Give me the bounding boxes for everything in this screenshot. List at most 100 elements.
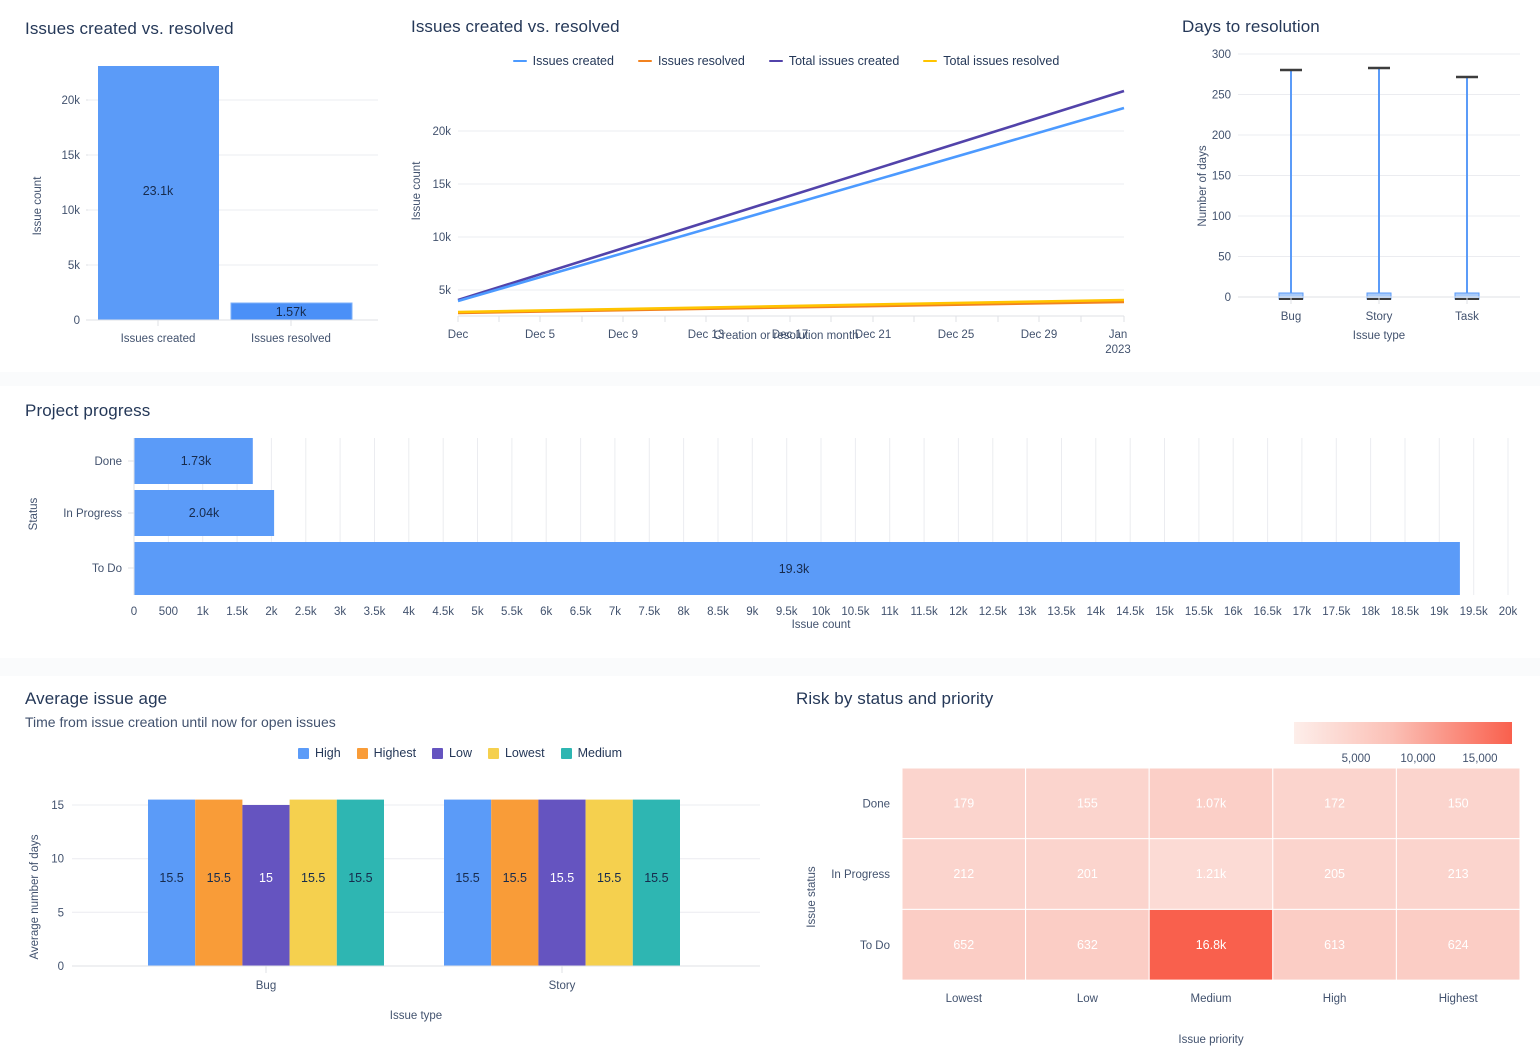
- legend-label: High: [314, 746, 341, 760]
- x-axis-title: Issue type: [1352, 330, 1406, 342]
- svg-text:5: 5: [58, 907, 64, 919]
- svg-text:5k: 5k: [439, 285, 451, 297]
- svg-text:155: 155: [1077, 797, 1098, 811]
- svg-text:4.5k: 4.5k: [432, 606, 454, 618]
- svg-text:213: 213: [1448, 867, 1469, 881]
- legend-swatch-high: [297, 747, 309, 759]
- svg-text:100: 100: [1212, 211, 1231, 223]
- dashboard-page: Issues created vs. resolved Issue count …: [0, 0, 1540, 1054]
- legend-label: Highest: [373, 746, 417, 760]
- svg-text:15.5: 15.5: [159, 871, 183, 885]
- svg-text:Done: Done: [95, 456, 123, 468]
- boxplot-task: [1454, 75, 1480, 300]
- svg-text:250: 250: [1212, 90, 1231, 102]
- svg-text:In Progress: In Progress: [63, 508, 122, 520]
- svg-text:8k: 8k: [678, 606, 690, 618]
- svg-text:1.07k: 1.07k: [1196, 797, 1227, 811]
- svg-text:15.5k: 15.5k: [1185, 606, 1213, 618]
- legend-item-medium[interactable]: Medium: [560, 746, 623, 760]
- svg-text:4k: 4k: [403, 606, 415, 618]
- legend-item-issues-resolved[interactable]: Issues resolved: [637, 54, 745, 68]
- svg-text:205: 205: [1324, 867, 1345, 881]
- panel-title: Project progress: [25, 401, 151, 420]
- panel-issues-created-vs-resolved-bar: Issues created vs. resolved Issue count …: [0, 0, 396, 372]
- project-progress-svg: 1.73k 2.04k 19.3k Done In Progress To Do…: [63, 438, 1518, 618]
- svg-text:150: 150: [1448, 797, 1469, 811]
- svg-text:13k: 13k: [1018, 606, 1037, 618]
- svg-text:5k: 5k: [471, 606, 483, 618]
- svg-text:172: 172: [1324, 797, 1345, 811]
- svg-text:1k: 1k: [197, 606, 209, 618]
- legend-item-lowest[interactable]: Lowest: [487, 746, 545, 760]
- svg-text:2023: 2023: [1105, 344, 1131, 356]
- svg-text:Bug: Bug: [1281, 311, 1301, 323]
- boxplot-story: [1366, 66, 1392, 300]
- legend-swatch-medium: [560, 747, 572, 759]
- svg-text:7.5k: 7.5k: [638, 606, 660, 618]
- heatmap-row-to-do: 652 632 16.8k 613 624: [901, 908, 1521, 981]
- issues-line-svg: 5k 10k 15k 20k Dec Dec 5 Dec 9 Dec 13 De…: [432, 89, 1131, 356]
- svg-text:15.5: 15.5: [503, 871, 527, 885]
- heatmap-colorbar: 5,000 10,000 15,000: [1294, 722, 1512, 765]
- legend-label: Issues resolved: [657, 54, 745, 68]
- svg-text:Bug: Bug: [256, 980, 276, 992]
- legend-item-highest[interactable]: Highest: [356, 746, 417, 760]
- bar-group-bug: 15.5 15.5 15 15.5 15.5: [148, 799, 384, 966]
- issues-bar-svg: 0 5k 10k 15k 20k 23.1k 1.57k Issues crea…: [61, 66, 378, 345]
- legend-item-low[interactable]: Low: [432, 746, 472, 760]
- svg-text:15k: 15k: [61, 150, 80, 162]
- svg-text:10: 10: [51, 854, 64, 866]
- legend-swatch-lowest: [487, 747, 499, 759]
- legend-label: Medium: [577, 746, 623, 760]
- svg-text:15k: 15k: [1155, 606, 1174, 618]
- svg-text:652: 652: [953, 938, 974, 952]
- bar-value-issues-resolved: 1.57k: [276, 305, 307, 319]
- svg-text:632: 632: [1077, 938, 1098, 952]
- legend-swatch-issues-resolved: [637, 60, 652, 62]
- svg-text:5.5k: 5.5k: [501, 606, 523, 618]
- svg-text:Story: Story: [549, 980, 576, 992]
- svg-text:500: 500: [159, 606, 178, 618]
- svg-text:Highest: Highest: [1439, 993, 1479, 1005]
- svg-text:11k: 11k: [881, 606, 899, 618]
- legend-swatch-highest: [356, 747, 368, 759]
- svg-text:6k: 6k: [540, 606, 552, 618]
- svg-text:17k: 17k: [1293, 606, 1312, 618]
- x-axis-title: Issue type: [389, 1010, 443, 1022]
- svg-text:15: 15: [51, 800, 64, 812]
- bar-group-story: 15.5 15.5 15.5 15.5 15.5: [444, 799, 680, 966]
- legend-item-issues-created[interactable]: Issues created: [512, 54, 614, 68]
- svg-text:18.5k: 18.5k: [1391, 606, 1419, 618]
- svg-text:7k: 7k: [609, 606, 621, 618]
- svg-text:0: 0: [74, 315, 80, 327]
- svg-text:16.8k: 16.8k: [1196, 938, 1227, 952]
- bar-value-done: 1.73k: [181, 454, 212, 468]
- legend-item-high[interactable]: High: [297, 746, 341, 760]
- svg-text:201: 201: [1077, 867, 1098, 881]
- legend-item-total-issues-created[interactable]: Total issues created: [768, 54, 899, 68]
- svg-text:To Do: To Do: [92, 563, 122, 575]
- panel-issues-created-vs-resolved-line: Issues created vs. resolved Issues creat…: [396, 0, 1176, 372]
- line-total-issues-resolved: [457, 298, 1125, 314]
- line-issues-created: [457, 106, 1125, 303]
- svg-text:179: 179: [953, 797, 974, 811]
- svg-text:15: 15: [259, 871, 273, 885]
- avg-issue-age-svg: 0 5 10 15 15.5 15.5 15 15.5 15.5 15.5 15…: [51, 799, 760, 992]
- svg-text:20k: 20k: [61, 95, 80, 107]
- svg-text:20k: 20k: [432, 126, 451, 138]
- legend-label: Issues created: [532, 54, 614, 68]
- bar-value-issues-created: 23.1k: [143, 184, 174, 198]
- days-resolution-svg: 0 50 100 150 200 250 300 Bug Story Task: [1212, 49, 1520, 323]
- legend-swatch-issues-created: [512, 60, 527, 62]
- legend-item-total-issues-resolved[interactable]: Total issues resolved: [923, 54, 1059, 68]
- svg-text:3.5k: 3.5k: [364, 606, 386, 618]
- svg-text:212: 212: [953, 867, 974, 881]
- svg-text:12k: 12k: [949, 606, 968, 618]
- svg-text:15.5: 15.5: [644, 871, 668, 885]
- svg-text:20k: 20k: [1499, 606, 1518, 618]
- svg-text:14k: 14k: [1087, 606, 1106, 618]
- svg-text:6.5k: 6.5k: [570, 606, 592, 618]
- svg-text:In Progress: In Progress: [831, 869, 890, 881]
- svg-text:To Do: To Do: [860, 940, 890, 952]
- svg-text:10.5k: 10.5k: [841, 606, 869, 618]
